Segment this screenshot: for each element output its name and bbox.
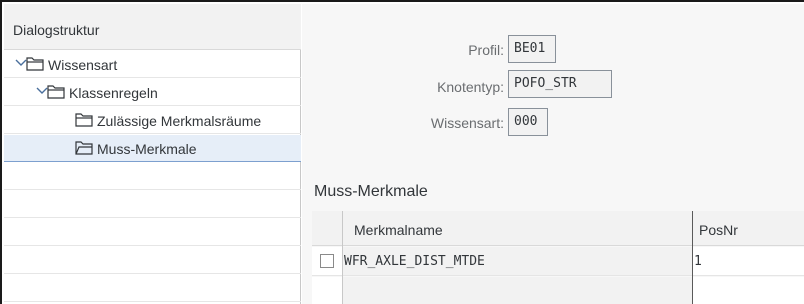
cell-value: WFR_AXLE_DIST_MTDE xyxy=(344,254,485,269)
detail-panel: Profil: BE01 Knotentyp: POFO_STR Wissens… xyxy=(302,4,804,304)
dialog-structure-tree: Dialogstruktur Wissensart Klassenregeln xyxy=(4,4,301,304)
profil-value: BE01 xyxy=(514,41,546,56)
table-cell-posnr[interactable]: 1 xyxy=(692,247,804,276)
profil-label: Profil: xyxy=(468,42,504,58)
column-header-merkmalname[interactable]: Merkmalname xyxy=(342,211,692,246)
wissensart-field[interactable]: 000 xyxy=(508,108,548,136)
cell-value: 1 xyxy=(694,254,702,269)
tree-empty-row xyxy=(4,219,301,246)
knotentyp-label: Knotentyp: xyxy=(437,79,504,95)
tree-empty-row xyxy=(4,247,301,274)
tree-header: Dialogstruktur xyxy=(4,4,301,50)
folder-open-icon xyxy=(75,141,93,155)
knotentyp-field[interactable]: POFO_STR xyxy=(508,70,612,98)
table-row-selector[interactable] xyxy=(312,277,342,304)
row-selector-header[interactable] xyxy=(312,211,342,246)
wissensart-label: Wissensart: xyxy=(430,115,504,131)
folder-open-icon xyxy=(26,57,44,71)
column-header-posnr[interactable]: PosNr xyxy=(692,211,804,246)
section-title: Muss-Merkmale xyxy=(314,183,428,200)
tree-item-wissensart[interactable]: Wissensart xyxy=(4,51,301,78)
table-cell-merkmalname[interactable]: WFR_AXLE_DIST_MTDE xyxy=(342,247,692,276)
window-frame: Dialogstruktur Wissensart Klassenregeln xyxy=(0,0,804,304)
tree-header-title: Dialogstruktur xyxy=(13,22,100,38)
column-header-label: Merkmalname xyxy=(354,222,443,238)
column-divider xyxy=(342,211,343,304)
tree-empty-row xyxy=(4,191,301,218)
folder-icon xyxy=(75,113,93,127)
tree-item-muss-merkmale[interactable]: Muss-Merkmale xyxy=(4,135,301,162)
wissensart-value: 000 xyxy=(514,114,538,129)
column-header-label: PosNr xyxy=(699,222,738,238)
row-checkbox[interactable] xyxy=(320,254,334,268)
tree-item-zulaessige-merkmalsraeume[interactable]: Zulässige Merkmalsräume xyxy=(4,107,301,134)
tree-item-label: Zulässige Merkmalsräume xyxy=(97,113,262,129)
table-cell-empty[interactable] xyxy=(692,277,804,304)
tree-item-klassenregeln[interactable]: Klassenregeln xyxy=(4,79,301,106)
profil-field[interactable]: BE01 xyxy=(508,35,556,63)
tree-empty-row xyxy=(4,275,301,302)
tree-item-label: Muss-Merkmale xyxy=(97,141,197,157)
tree-item-label: Klassenregeln xyxy=(69,85,158,101)
table-row-selector[interactable] xyxy=(312,247,342,276)
folder-open-icon xyxy=(47,85,65,99)
knotentyp-value: POFO_STR xyxy=(514,76,577,91)
column-divider xyxy=(692,211,693,304)
table-cell-empty[interactable] xyxy=(342,277,692,304)
muss-merkmale-table: Merkmalname PosNr WFR_AXLE_DIST_MTDE 1 xyxy=(312,211,804,304)
tree-item-label: Wissensart xyxy=(48,57,118,73)
tree-empty-row xyxy=(4,163,301,190)
